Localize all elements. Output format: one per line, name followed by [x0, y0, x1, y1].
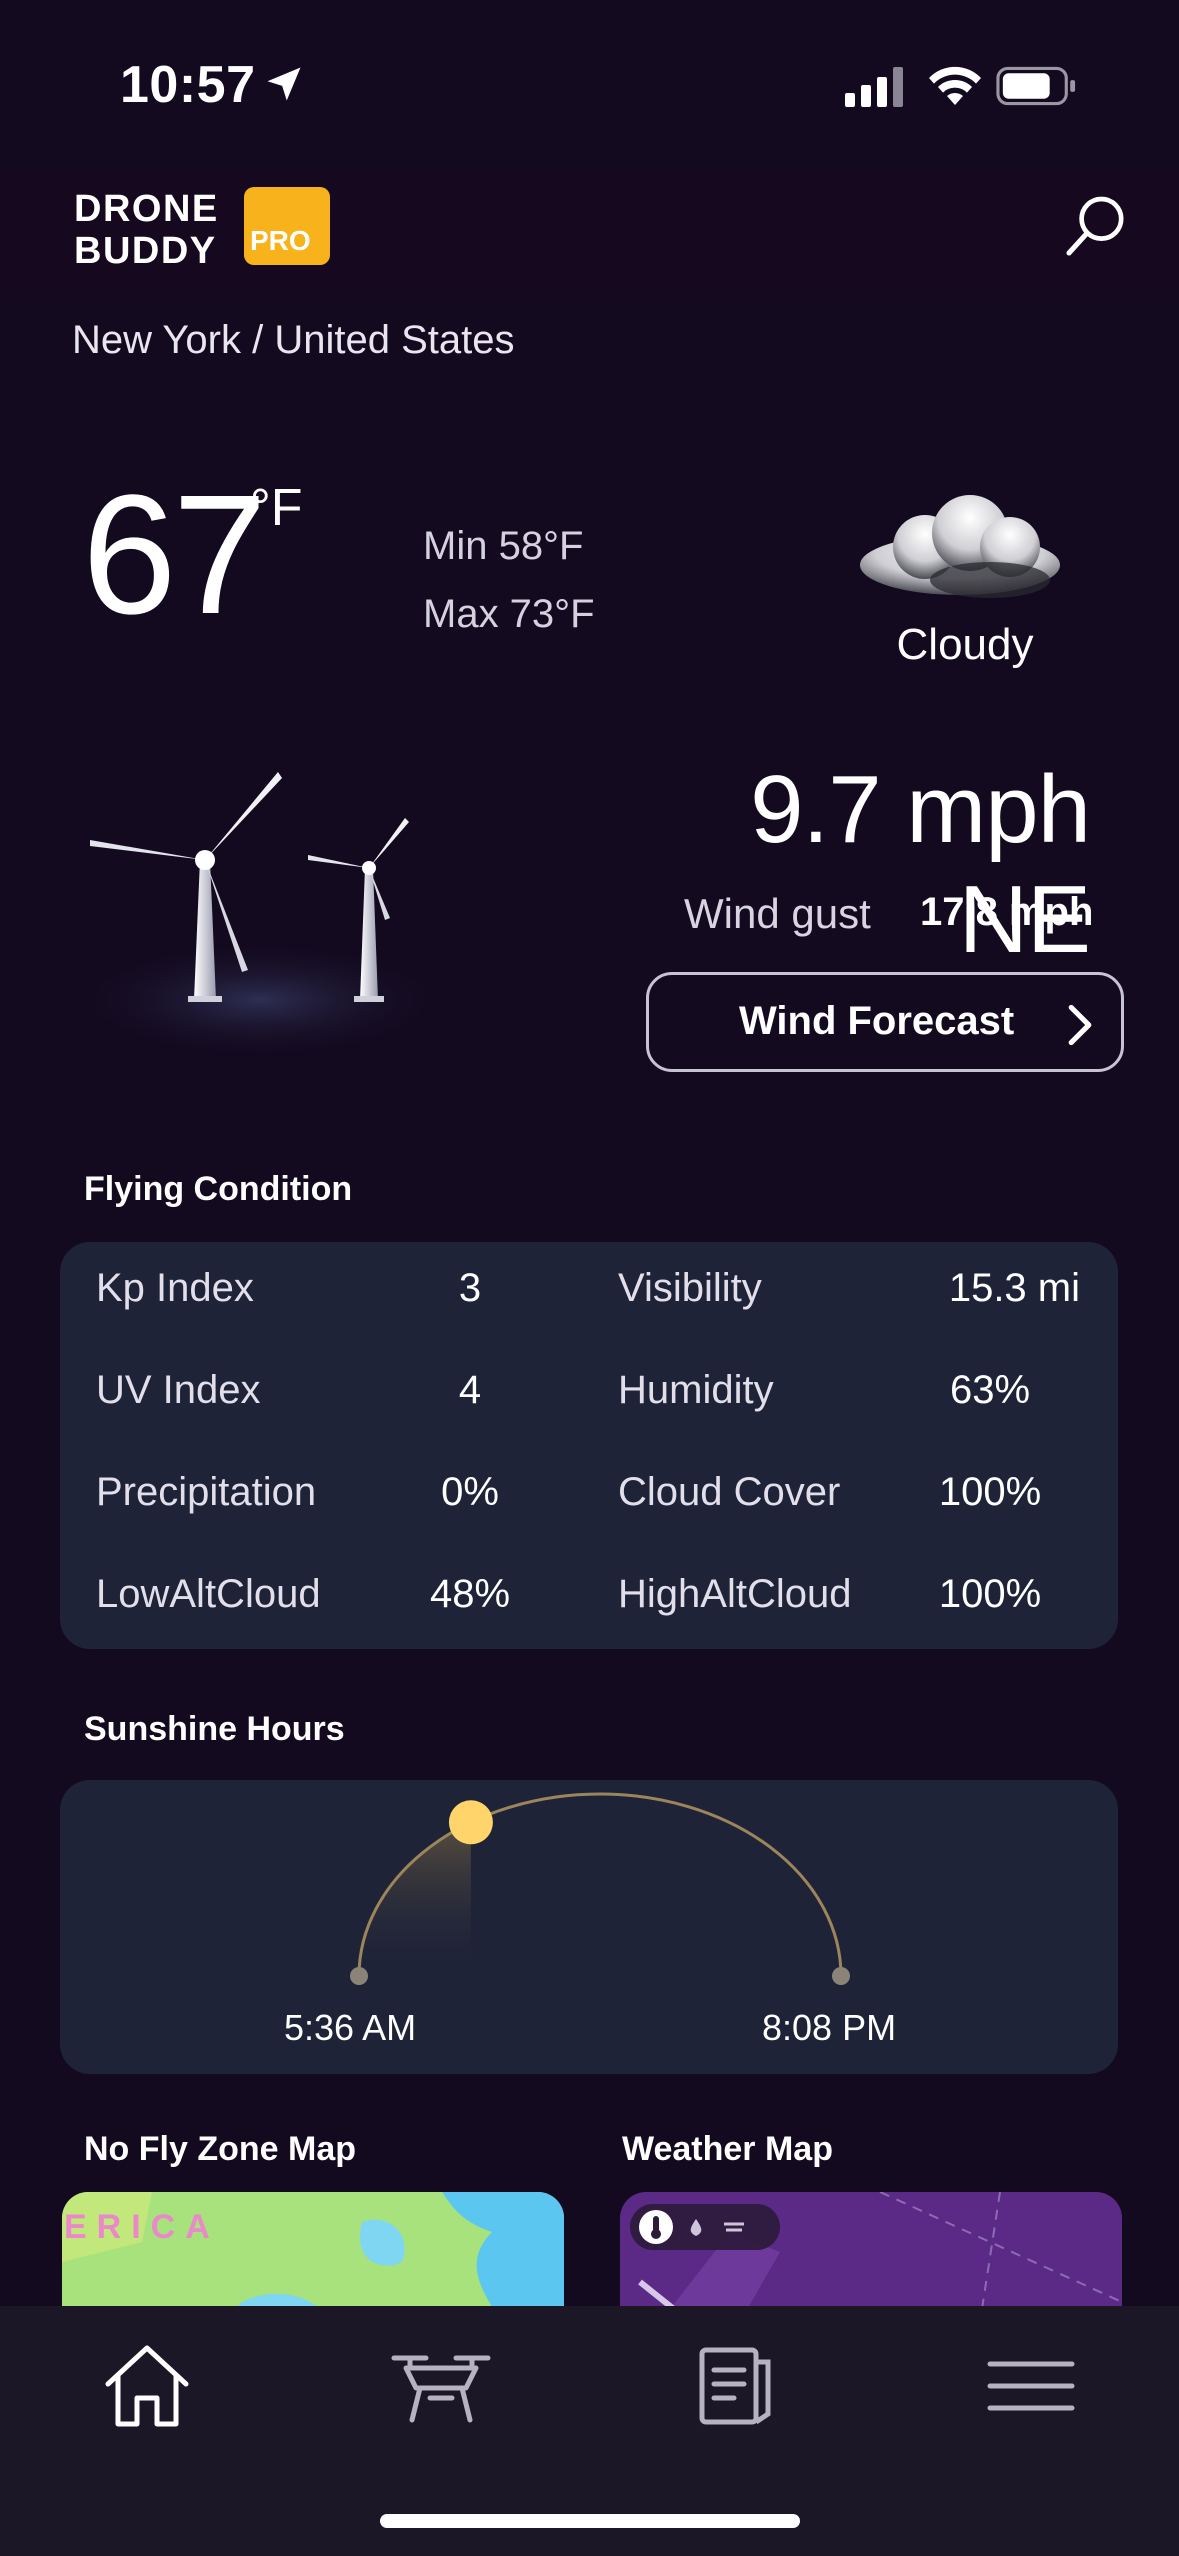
sun-position-icon	[448, 1800, 493, 1845]
drone-icon[interactable]	[386, 2336, 496, 2436]
min-temperature: Min 58°F	[423, 524, 584, 568]
sunset-marker	[832, 1967, 850, 1985]
cloud-cover-label: Cloud Cover	[618, 1470, 841, 1514]
wind-speed: 9.7 mph NE	[750, 756, 1091, 973]
kp-index-value: 3	[458, 1266, 482, 1310]
home-icon[interactable]	[92, 2336, 202, 2436]
map-label: ERICA	[64, 2208, 220, 2246]
humidity-label: Humidity	[618, 1368, 774, 1412]
sunrise-marker	[350, 1967, 368, 1985]
flying-condition-row: LowAltCloud 48% HighAltCloud 100%	[60, 1548, 1118, 1650]
kp-index-label: Kp Index	[96, 1266, 254, 1310]
flying-condition-row: Precipitation 0% Cloud Cover 100%	[60, 1446, 1118, 1548]
pro-badge: PRO	[244, 187, 330, 265]
cloud-icon	[860, 495, 1060, 598]
logo-line-1: DRONE	[74, 188, 219, 230]
app-logo: DRONE BUDDY	[74, 188, 219, 272]
visibility-value: 15.3 mi	[948, 1266, 1080, 1310]
sunrise-time: 5:36 AM	[284, 2007, 417, 2048]
battery-icon	[996, 66, 1076, 106]
temperature-unit: °F	[250, 479, 303, 537]
home-indicator[interactable]	[380, 2514, 800, 2528]
logo-line-2: BUDDY	[74, 230, 217, 272]
high-alt-cloud-label: HighAltCloud	[618, 1572, 852, 1616]
no-fly-zone-title: No Fly Zone Map	[84, 2130, 356, 2168]
weather-condition: Cloudy	[896, 620, 1034, 669]
visibility-label: Visibility	[618, 1266, 762, 1310]
sunshine-hours-title: Sunshine Hours	[84, 1710, 345, 1748]
no-fly-zone-map-graphic: ERICA	[62, 2192, 564, 2322]
flying-condition-row: Kp Index 3 Visibility 15.3 mi	[60, 1242, 1118, 1344]
uv-index-value: 4	[458, 1368, 482, 1412]
low-alt-cloud-value: 48%	[429, 1572, 511, 1616]
temperature-value: 67	[82, 460, 267, 650]
elapsed-daylight-fill	[359, 1822, 471, 1976]
uv-index-label: UV Index	[96, 1368, 261, 1412]
chevron-right-icon	[1068, 1004, 1092, 1046]
weather-map[interactable]	[620, 2192, 1122, 2322]
search-icon[interactable]	[1060, 190, 1132, 262]
location-breadcrumb[interactable]: New York / United States	[72, 318, 514, 363]
status-time: 10:57	[120, 56, 256, 114]
location-arrow-icon	[267, 67, 301, 101]
humidity-value: 63%	[949, 1368, 1031, 1412]
menu-icon[interactable]	[976, 2336, 1086, 2436]
wind-gust-value: 17.8 mph	[920, 890, 1094, 934]
cellular-signal-icon	[845, 67, 903, 107]
cloud-cover-value: 100%	[938, 1470, 1042, 1514]
wind-forecast-label: Wind Forecast	[739, 999, 1015, 1043]
low-alt-cloud-label: LowAltCloud	[96, 1572, 321, 1616]
precipitation-value: 0%	[441, 1470, 499, 1514]
no-fly-zone-map[interactable]: ERICA	[62, 2192, 564, 2322]
sunset-time: 8:08 PM	[762, 2007, 897, 2048]
pro-badge-label: PRO	[250, 225, 311, 256]
sunshine-card	[60, 1780, 1118, 2074]
flying-condition-row: UV Index 4 Humidity 63%	[60, 1344, 1118, 1446]
weather-map-title: Weather Map	[622, 2130, 833, 2168]
weather-map-graphic	[620, 2192, 1122, 2322]
wind-forecast-button[interactable]: Wind Forecast	[646, 972, 1124, 1072]
logbook-icon[interactable]	[680, 2336, 790, 2436]
precipitation-label: Precipitation	[96, 1470, 317, 1514]
sun-arc	[350, 1792, 850, 1985]
wind-gust-label: Wind gust	[684, 890, 871, 937]
flying-condition-title: Flying Condition	[84, 1170, 353, 1208]
min-max-temperature: Min 58°F Max 73°F	[423, 512, 595, 648]
max-temperature: Max 73°F	[423, 592, 595, 636]
high-alt-cloud-value: 100%	[938, 1572, 1042, 1616]
flying-condition-card: Kp Index 3 Visibility 15.3 mi UV Index 4…	[60, 1242, 1118, 1649]
wifi-icon	[929, 66, 981, 105]
wind-turbine-icon	[70, 772, 450, 1060]
